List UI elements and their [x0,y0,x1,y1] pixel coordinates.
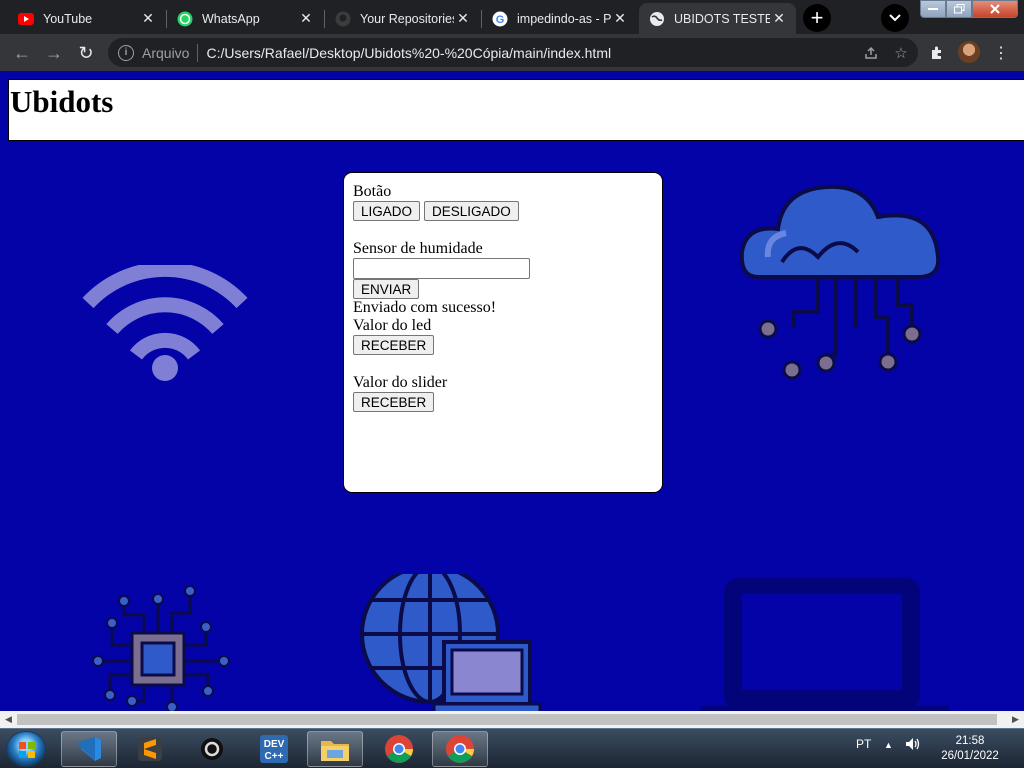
taskbar-chrome[interactable] [371,731,427,767]
svg-text:C++: C++ [265,751,284,762]
tab-search-button[interactable] [881,4,909,32]
close-tab-icon[interactable]: ✕ [297,10,315,28]
puzzle-icon [932,46,941,59]
reload-icon: ↻ [78,42,94,63]
tab-title: impedindo-as - P [517,11,611,26]
more-vertical-icon: ⋮ [993,45,1009,62]
tab-title: YouTube [43,11,93,26]
profile-avatar[interactable] [958,41,980,63]
taskbar-chrome-active[interactable] [432,731,488,767]
forward-button[interactable]: → [41,40,67,66]
browser-toolbar: ← → ↻ i Arquivo C:/Users/Rafael/Desktop/… [0,34,1024,71]
tab-title: UBIDOTS TESTER [674,11,770,26]
tab-title: WhatsApp [202,11,260,26]
tray-expand-icon[interactable]: ▲ [884,740,893,750]
menu-button[interactable]: ⋮ [988,40,1014,66]
taskbar-vscode[interactable] [61,731,117,767]
arrow-left-icon: ← [13,42,31,63]
globe-icon [649,11,665,27]
taskbar-devcpp[interactable]: DEV C++ [246,731,302,767]
receive-led-button[interactable]: RECEBER [353,335,435,355]
status-message: Enviado com sucesso! [353,299,497,316]
minimize-icon [928,8,938,10]
arrow-right-icon: → [45,42,63,63]
wifi-icon [82,265,248,381]
tab-strip: YouTube ✕ WhatsApp ✕ Your Repositories ✕… [0,0,1024,34]
send-button[interactable]: ENVIAR [353,279,420,299]
restore-icon [953,4,964,14]
scrollbar-thumb[interactable] [17,714,997,725]
minimize-button[interactable] [920,0,946,18]
ligado-button[interactable]: LIGADO [353,201,421,221]
cloud-network-icon [739,184,941,380]
tab-youtube[interactable]: YouTube ✕ [8,3,165,34]
obs-icon [201,738,223,760]
page-viewport: Ubidots Botão LIGADO DESLIGADO Sensor de… [0,71,1024,711]
address-scheme: Arquivo [142,44,190,61]
globe-laptop-icon [360,574,542,711]
bookmark-star-icon[interactable]: ☆ [888,40,914,66]
tab-title: Your Repositories [360,11,454,26]
tab-whatsapp[interactable]: WhatsApp ✕ [167,3,323,34]
extensions-button[interactable] [924,40,950,66]
clock-date: 26/01/2022 [941,750,999,762]
scroll-left-icon[interactable]: ◀ [5,714,12,725]
youtube-icon [18,11,34,27]
volume-icon[interactable] [905,737,921,754]
svg-text:DEV: DEV [264,739,285,750]
led-value-label: Valor do led [353,317,432,334]
taskbar-obs[interactable] [184,731,240,767]
whatsapp-icon [177,11,193,27]
monitor-icon [700,578,950,711]
taskbar-file-explorer[interactable] [307,731,363,767]
address-url[interactable]: C:/Users/Rafael/Desktop/Ubidots%20-%20Có… [206,45,858,61]
svg-text:G: G [496,14,505,26]
windows-taskbar: DEV C++ PT ▲ 21:58 26/01/2022 [0,728,1024,768]
chevron-down-icon [889,14,901,22]
humidity-input[interactable] [353,258,530,279]
tab-google-search[interactable]: G impedindo-as - P ✕ [482,3,637,34]
new-tab-button[interactable]: + [803,4,831,32]
reload-button[interactable]: ↻ [73,40,99,66]
sublime-text-icon [138,737,162,761]
info-icon[interactable]: i [118,44,134,61]
horizontal-scrollbar[interactable]: ◀ ▶ [0,711,1024,728]
close-tab-icon[interactable]: ✕ [454,10,472,28]
close-tab-icon[interactable]: ✕ [611,10,629,28]
dev-cpp-icon: DEVC++ [260,735,288,763]
chrome-icon [385,735,413,763]
language-indicator[interactable]: PT [856,737,871,751]
tab-github[interactable]: Your Repositories ✕ [325,3,480,34]
back-button[interactable]: ← [9,40,35,66]
tab-ubidots-tester[interactable]: UBIDOTS TESTER ✕ [639,3,796,34]
chrome-icon [446,735,474,763]
system-clock[interactable]: 21:58 26/01/2022 [930,734,1010,764]
scroll-right-icon[interactable]: ▶ [1012,714,1019,725]
microchip-icon [92,585,230,711]
taskbar-sublime[interactable] [122,731,178,767]
button-section-label: Botão [353,183,392,200]
close-icon [990,4,1000,14]
clock-time: 21:58 [955,735,985,747]
share-icon[interactable] [858,40,884,66]
page-title: Ubidots [10,84,114,119]
address-bar[interactable]: i Arquivo C:/Users/Rafael/Desktop/Ubidot… [108,38,918,67]
close-tab-icon[interactable]: ✕ [770,10,788,28]
restore-button[interactable] [946,0,972,18]
desligado-button[interactable]: DESLIGADO [424,201,519,221]
receive-slider-button[interactable]: RECEBER [353,392,435,412]
humidity-sensor-label: Sensor de humidade [353,240,483,257]
page-header: Ubidots [8,79,1024,141]
start-button[interactable] [6,731,46,767]
close-window-button[interactable] [972,0,1018,18]
slider-value-label: Valor do slider [353,374,448,391]
google-icon: G [492,11,508,27]
control-panel: Botão LIGADO DESLIGADO Sensor de humidad… [343,172,663,493]
vscode-icon [77,737,101,761]
windows-logo-icon [19,742,35,758]
github-icon [335,11,351,27]
file-explorer-icon [321,741,349,761]
close-tab-icon[interactable]: ✕ [139,10,157,28]
